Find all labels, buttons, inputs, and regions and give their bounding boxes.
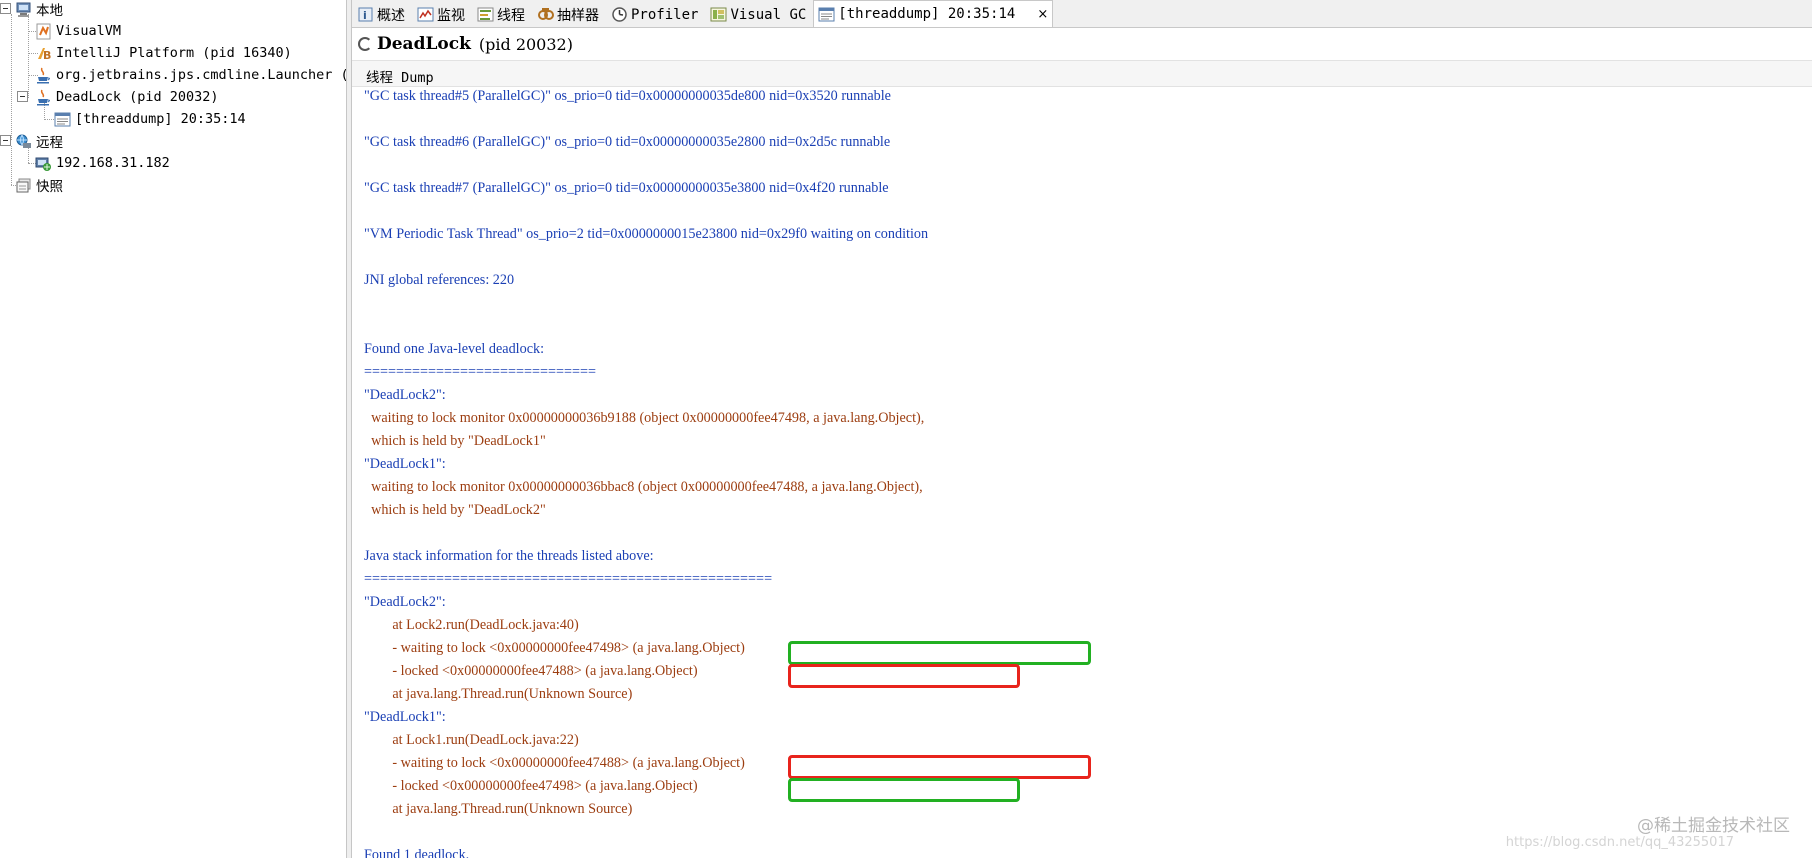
- collapse-remote-toggle[interactable]: [0, 135, 11, 146]
- tab-overview[interactable]: i 概述: [352, 1, 410, 27]
- tab-label: Visual GC: [730, 6, 807, 23]
- dump-line: "DeadLock2":: [364, 594, 446, 610]
- tree-node-visualvm[interactable]: VisualVM: [35, 20, 121, 42]
- tree-node-launcher[interactable]: org.jetbrains.jps.cmdline.Launcher (p: [35, 64, 346, 86]
- tree-node-label: [threaddump] 20:35:14: [75, 111, 246, 127]
- tree-node-label: VisualVM: [56, 23, 122, 39]
- dump-line: - locked <0x00000000fee47488> (a java.la…: [364, 663, 698, 679]
- tab-profiler[interactable]: Profiler: [606, 1, 703, 27]
- tree-node-snapshot[interactable]: 快照: [15, 174, 63, 196]
- svg-text:i: i: [363, 9, 367, 22]
- highlight-box-red: [788, 664, 1020, 688]
- intellij-icon: B: [35, 45, 52, 62]
- overview-icon: i: [357, 6, 374, 23]
- dump-line: - waiting to lock <0x00000000fee47488> (…: [364, 755, 745, 771]
- tab-label: Profiler: [631, 6, 699, 23]
- tab-threaddump[interactable]: [threaddump] 20:35:14 ×: [813, 0, 1054, 27]
- tree-node-local[interactable]: 本地: [15, 0, 63, 20]
- java-cup-icon: [35, 89, 52, 106]
- highlight-box-green: [788, 641, 1091, 665]
- tab-sampler[interactable]: 抽样器: [532, 1, 604, 27]
- tab-bar: i 概述 监视 线程 抽样器 Profiler Visual GC [threa…: [352, 0, 1812, 28]
- tree-node-label: org.jetbrains.jps.cmdline.Launcher (p: [56, 67, 346, 83]
- threads-icon: [477, 6, 494, 23]
- tab-label: 监视: [437, 7, 465, 24]
- tree-node-remote[interactable]: 远程: [15, 130, 63, 152]
- monitor-icon: [417, 6, 434, 23]
- dump-line: "VM Periodic Task Thread" os_prio=2 tid=…: [364, 226, 929, 242]
- sampler-icon: [537, 6, 554, 23]
- tree-node-label: 快照: [36, 179, 63, 195]
- tree-node-deadlock[interactable]: DeadLock (pid 20032): [35, 86, 219, 108]
- tree-node-label: 192.168.31.182: [56, 155, 170, 171]
- process-id: (pid 20032): [478, 34, 573, 54]
- highlight-box-green: [788, 778, 1020, 802]
- dump-line: JNI global references: 220: [364, 272, 515, 288]
- loading-spinner-icon: [358, 37, 372, 51]
- tab-label: 概述: [377, 7, 405, 24]
- tab-monitor[interactable]: 监视: [412, 1, 470, 27]
- dump-line: =============================: [364, 364, 597, 380]
- tree-node-threaddump[interactable]: [threaddump] 20:35:14: [54, 108, 246, 130]
- profiler-icon: [611, 6, 628, 23]
- watermark-url: https://blog.csdn.net/qq_43255017: [1505, 835, 1734, 850]
- dump-line: "DeadLock1":: [364, 709, 446, 725]
- snapshot-icon: [15, 177, 32, 194]
- svg-text:B: B: [43, 49, 51, 62]
- dump-line: - locked <0x00000000fee47498> (a java.la…: [364, 778, 698, 794]
- page-title: DeadLock: [377, 34, 471, 54]
- dump-line: which is held by "DeadLock2": [364, 502, 546, 518]
- dump-line: at Lock1.run(DeadLock.java:22): [364, 732, 579, 748]
- dump-line: Found 1 deadlock.: [364, 847, 470, 858]
- tree-node-label: DeadLock (pid 20032): [56, 89, 219, 105]
- remote-icon: [15, 133, 32, 150]
- tab-label: 线程: [497, 7, 525, 24]
- collapse-local-toggle[interactable]: [0, 3, 11, 14]
- application-tree: 本地 VisualVM B IntelliJ Platform (pid 163…: [0, 0, 346, 858]
- visualvm-icon: [35, 23, 52, 40]
- watermark-text: @稀土掘金技术社区: [1637, 816, 1790, 836]
- remote-host-icon: [35, 155, 52, 172]
- dump-line: which is held by "DeadLock1": [364, 433, 546, 449]
- dump-line: ========================================…: [364, 571, 773, 587]
- collapse-deadlock-toggle[interactable]: [17, 91, 28, 102]
- computer-icon: [15, 1, 32, 18]
- tab-visual-gc[interactable]: Visual GC: [705, 1, 811, 27]
- view-header: DeadLock (pid 20032): [352, 28, 1812, 60]
- dump-line: at java.lang.Thread.run(Unknown Source): [364, 801, 633, 817]
- dump-line: Java stack information for the threads l…: [364, 548, 654, 564]
- dump-line: "GC task thread#5 (ParallelGC)" os_prio=…: [364, 88, 891, 104]
- dump-line: at java.lang.Thread.run(Unknown Source): [364, 686, 633, 702]
- tab-label: [threaddump] 20:35:14: [838, 6, 1016, 22]
- dump-line: Found one Java-level deadlock:: [364, 341, 545, 357]
- thread-dump-text[interactable]: "GC task thread#5 (ParallelGC)" os_prio=…: [352, 87, 1812, 858]
- threaddump-icon: [818, 6, 835, 23]
- tree-connector: [11, 14, 12, 140]
- dump-line: "GC task thread#7 (ParallelGC)" os_prio=…: [364, 180, 889, 196]
- close-icon[interactable]: ×: [1037, 7, 1048, 22]
- dump-line: "DeadLock2":: [364, 387, 446, 403]
- dump-line: waiting to lock monitor 0x00000000036b91…: [364, 410, 925, 426]
- dump-line: waiting to lock monitor 0x00000000036bba…: [364, 479, 923, 495]
- tree-connector: [44, 119, 54, 120]
- tree-node-remote-host[interactable]: 192.168.31.182: [35, 152, 170, 174]
- dump-line: "DeadLock1":: [364, 456, 446, 472]
- tab-label: 抽样器: [557, 7, 599, 24]
- highlight-box-red: [788, 755, 1091, 779]
- tab-threads[interactable]: 线程: [472, 1, 530, 27]
- tree-connector: [11, 146, 12, 185]
- dump-line: "GC task thread#6 (ParallelGC)" os_prio=…: [364, 134, 891, 150]
- tree-node-label: IntelliJ Platform (pid 16340): [56, 45, 292, 61]
- dump-line: at Lock2.run(DeadLock.java:40): [364, 617, 579, 633]
- tree-node-intellij[interactable]: B IntelliJ Platform (pid 16340): [35, 42, 292, 64]
- java-cup-icon: [35, 67, 52, 84]
- tree-node-label: 本地: [36, 3, 63, 19]
- threaddump-icon: [54, 111, 71, 128]
- section-title: 线程 Dump: [352, 60, 1812, 87]
- dump-line: - waiting to lock <0x00000000fee47498> (…: [364, 640, 745, 656]
- tree-node-label: 远程: [36, 135, 63, 151]
- tree-connector: [28, 14, 29, 98]
- visual-gc-icon: [710, 6, 727, 23]
